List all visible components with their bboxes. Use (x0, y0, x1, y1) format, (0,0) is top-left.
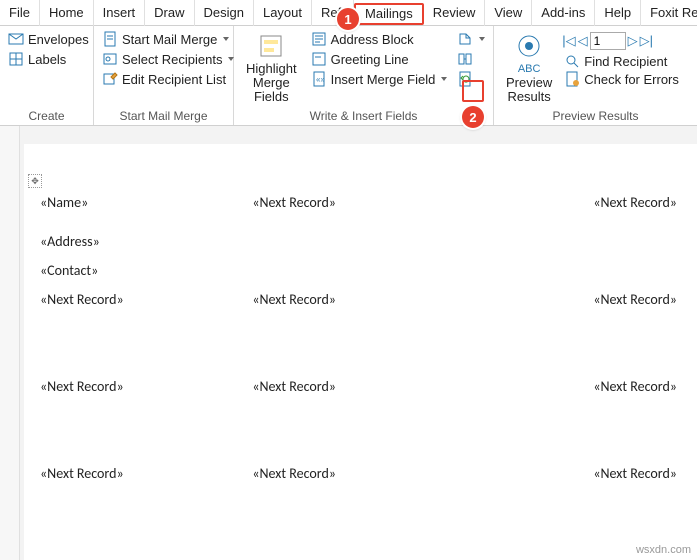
tab-addins[interactable]: Add-ins (532, 0, 595, 26)
labels-button[interactable]: Labels (6, 50, 87, 68)
prev-record-button[interactable]: ◁ (578, 33, 588, 49)
merge-field-next: «Next Record» (465, 291, 677, 308)
merge-field-next: «Next Record» (252, 291, 464, 308)
ribbon: Envelopes Labels Create Start Mail Merge (0, 26, 697, 126)
group-create: Envelopes Labels Create (0, 26, 94, 125)
tab-help[interactable]: Help (595, 0, 641, 26)
match-fields-button[interactable] (455, 50, 487, 68)
address-block-icon (311, 31, 327, 47)
greeting-line-label: Greeting Line (331, 52, 409, 67)
svg-text:«»: «» (316, 75, 325, 84)
chevron-down-icon (441, 77, 447, 81)
merge-field-contact: «Contact» (20, 262, 697, 279)
find-recipient-label: Find Recipient (584, 54, 667, 69)
merge-field-next: «Next Record» (40, 291, 252, 308)
merge-field-next: «Next Record» (252, 465, 464, 482)
select-recipients-label: Select Recipients (122, 52, 222, 67)
merge-field-next: «Next Record» (465, 378, 677, 395)
rules-icon (457, 31, 473, 47)
check-errors-icon (564, 71, 580, 87)
preview-label-2: Results (507, 90, 550, 104)
tab-design[interactable]: Design (195, 0, 254, 26)
start-mail-merge-label: Start Mail Merge (122, 32, 217, 47)
merge-field-name: «Name» (40, 194, 252, 211)
merge-field-address: «Address» (20, 233, 697, 250)
merge-field-icon: «» (311, 71, 327, 87)
watermark: wsxdn.com (636, 544, 691, 556)
envelopes-button[interactable]: Envelopes (6, 30, 87, 48)
insert-merge-field-label: Insert Merge Field (331, 72, 436, 87)
recipients-icon (102, 51, 118, 67)
labels-icon (8, 51, 24, 67)
annotation-badge-2: 2 (462, 106, 484, 128)
tab-view[interactable]: View (485, 0, 532, 26)
chevron-down-icon (223, 37, 229, 41)
chevron-down-icon (479, 37, 485, 41)
merge-field-next: «Next Record» (465, 465, 677, 482)
envelopes-label: Envelopes (28, 32, 89, 47)
merge-field-next: «Next Record» (465, 194, 677, 211)
tab-insert[interactable]: Insert (94, 0, 146, 26)
tab-review[interactable]: Review (424, 0, 486, 26)
next-record-button[interactable]: ▷ (628, 33, 638, 49)
abc-label: ABC (518, 62, 541, 76)
preview-results-button[interactable]: ABC Preview Results (500, 30, 558, 106)
document-icon (102, 31, 118, 47)
abc-icon (515, 32, 543, 60)
group-write-label: Write & Insert Fields (240, 106, 487, 125)
highlight-icon (257, 32, 285, 60)
highlight-label-1: Highlight (246, 62, 297, 76)
check-errors-button[interactable]: Check for Errors (562, 70, 681, 88)
labels-label: Labels (28, 52, 66, 67)
group-preview-label: Preview Results (500, 106, 691, 125)
merge-field-next: «Next Record» (40, 465, 252, 482)
group-start-mail-merge: Start Mail Merge Select Recipients Edit … (94, 26, 234, 125)
check-errors-label: Check for Errors (584, 72, 679, 87)
preview-label-1: Preview (506, 76, 552, 90)
group-preview-results: ABC Preview Results |◁ ◁ ▷ ▷| Find Recip… (494, 26, 697, 125)
tab-draw[interactable]: Draw (145, 0, 194, 26)
edit-recipient-list-label: Edit Recipient List (122, 72, 226, 87)
annotation-highlight-2 (462, 80, 484, 102)
greeting-icon (311, 51, 327, 67)
tab-home[interactable]: Home (40, 0, 94, 26)
match-fields-icon (457, 51, 473, 67)
merge-field-next: «Next Record» (40, 378, 252, 395)
address-block-label: Address Block (331, 32, 414, 47)
edit-recipient-list-button[interactable]: Edit Recipient List (100, 70, 227, 88)
tab-foxit[interactable]: Foxit Reader (641, 0, 697, 26)
select-recipients-button[interactable]: Select Recipients (100, 50, 227, 68)
document-area: ✥ «Name» «Next Record» «Next Record» «Ad… (0, 126, 697, 560)
group-start-label: Start Mail Merge (100, 106, 227, 125)
annotation-badge-1: 1 (337, 8, 359, 30)
tab-mailings[interactable]: Mailings (354, 3, 424, 25)
record-number-input[interactable] (590, 32, 626, 50)
document-page[interactable]: ✥ «Name» «Next Record» «Next Record» «Ad… (20, 144, 697, 560)
table-anchor-icon[interactable]: ✥ (28, 174, 42, 188)
highlight-label-2: Merge Fields (246, 76, 297, 104)
first-record-button[interactable]: |◁ (562, 33, 575, 49)
tab-layout[interactable]: Layout (254, 0, 312, 26)
greeting-line-button[interactable]: Greeting Line (309, 50, 450, 68)
find-recipient-button[interactable]: Find Recipient (562, 52, 681, 70)
record-navigation: |◁ ◁ ▷ ▷| (562, 30, 681, 52)
envelope-icon (8, 31, 24, 47)
tab-file[interactable]: File (0, 0, 40, 26)
insert-merge-field-button[interactable]: «» Insert Merge Field (309, 70, 450, 88)
rules-button[interactable] (455, 30, 487, 48)
address-block-button[interactable]: Address Block (309, 30, 450, 48)
vertical-ruler (0, 126, 20, 560)
last-record-button[interactable]: ▷| (640, 33, 653, 49)
merge-field-next: «Next Record» (252, 378, 464, 395)
search-icon (564, 53, 580, 69)
start-mail-merge-button[interactable]: Start Mail Merge (100, 30, 227, 48)
group-create-label: Create (6, 106, 87, 125)
edit-list-icon (102, 71, 118, 87)
merge-field-next: «Next Record» (252, 194, 464, 211)
group-write-insert: Highlight Merge Fields Address Block Gre… (234, 26, 494, 125)
highlight-merge-fields-button[interactable]: Highlight Merge Fields (240, 30, 303, 106)
